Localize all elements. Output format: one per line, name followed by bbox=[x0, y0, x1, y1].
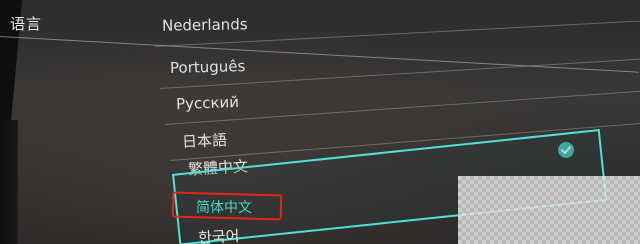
watermark-pattern bbox=[458, 176, 640, 244]
language-settings-screen: 语言 Nederlands Português Русский 日本語 繁體中文… bbox=[0, 0, 640, 244]
language-item-korean[interactable]: 한국어 bbox=[197, 225, 240, 244]
language-item-russian[interactable]: Русский bbox=[176, 93, 240, 113]
language-item-japanese[interactable]: 日本語 bbox=[182, 129, 228, 152]
language-item-portugues[interactable]: Português bbox=[170, 57, 246, 77]
annotation-highlight-box bbox=[171, 191, 283, 221]
language-item-nederlands[interactable]: Nederlands bbox=[162, 15, 248, 34]
